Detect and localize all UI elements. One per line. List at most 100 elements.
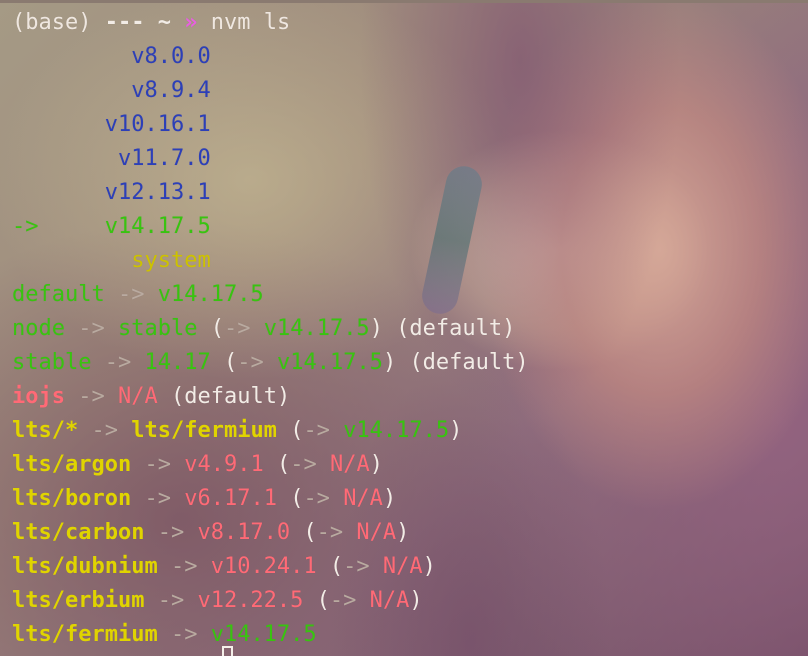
arrow: -> <box>343 554 370 579</box>
arrow: -> <box>303 486 330 511</box>
lts-name: lts/dubnium <box>12 554 158 579</box>
paren-close: ) <box>422 554 436 579</box>
arrow: -> <box>157 588 185 613</box>
resolved-version: v14.17.5 <box>276 350 383 375</box>
paren-open: ( <box>303 520 317 545</box>
arrow: -> <box>237 350 264 375</box>
resolved-version: N/A <box>356 520 397 545</box>
arrow: -> <box>316 520 344 545</box>
resolved-version: N/A <box>329 452 370 477</box>
lts-row: lts/dubnium -> v10.24.1 (-> N/A) <box>12 550 808 584</box>
current-version-row: -> v14.17.5 <box>12 210 808 244</box>
arrow: -> <box>170 554 198 579</box>
lts-target: v4.9.1 <box>184 452 264 477</box>
alias-row-stable: stable -> 14.17 (-> v14.17.5) (default) <box>12 346 808 380</box>
arrow: -> <box>157 520 185 545</box>
lts-name: lts/* <box>12 418 79 443</box>
paren-close: ) <box>449 418 463 443</box>
arrow: -> <box>170 622 198 647</box>
version-text: v12.13.1 <box>104 180 211 205</box>
lts-target: lts/fermium <box>131 418 277 443</box>
alias-row-node: node -> stable (-> v14.17.5) (default) <box>12 312 808 346</box>
lts-target: v8.17.0 <box>197 520 291 545</box>
lts-row: lts/carbon -> v8.17.0 (-> N/A) <box>12 516 808 550</box>
paren-close: ) <box>369 452 383 477</box>
alias-name: stable <box>12 350 92 375</box>
installed-version-row: v12.13.1 <box>12 176 808 210</box>
terminal-output[interactable]: (base) --- ~ » nvm ls v8.0.0 v8.9.4 v10.… <box>0 6 808 652</box>
alias-target: 14.17 <box>144 350 211 375</box>
paren-close: ) <box>382 486 397 511</box>
installed-version-row: v10.16.1 <box>12 108 808 142</box>
paren-close: ) <box>396 520 410 545</box>
paren-open: ( <box>290 418 304 443</box>
alias-target: v14.17.5 <box>157 282 264 307</box>
resolved-version: N/A <box>343 486 383 511</box>
version-text: v11.7.0 <box>117 146 211 171</box>
current-marker: -> <box>12 214 39 239</box>
prompt-directory: ~ <box>157 10 171 35</box>
conda-env-label: (base) <box>12 10 92 35</box>
paren-close: ) <box>409 588 423 613</box>
paren-open: ( <box>329 554 344 579</box>
version-text: v14.17.5 <box>104 214 211 239</box>
installed-version-row: v11.7.0 <box>12 142 808 176</box>
alias-target: N/A <box>117 384 158 409</box>
default-suffix: (default) <box>396 316 516 341</box>
paren-close: ) <box>382 350 397 375</box>
paren-close: ) <box>369 316 383 341</box>
default-suffix: (default) <box>170 384 291 409</box>
resolved-version: N/A <box>382 554 423 579</box>
lts-row: lts/argon -> v4.9.1 (-> N/A) <box>12 448 808 482</box>
lts-name: lts/fermium <box>12 622 158 647</box>
lts-target: v12.22.5 <box>197 588 304 613</box>
arrow: -> <box>303 418 330 443</box>
arrow: -> <box>290 452 317 477</box>
installed-version-row: v8.0.0 <box>12 40 808 74</box>
arrow: -> <box>78 316 105 341</box>
alias-name: iojs <box>12 384 65 409</box>
arrow: -> <box>91 418 118 443</box>
window-top-edge <box>0 0 808 3</box>
alias-name: default <box>12 282 105 307</box>
lts-name: lts/argon <box>12 452 132 477</box>
arrow: -> <box>223 316 251 341</box>
resolved-version: v14.17.5 <box>263 316 370 341</box>
version-text: v8.0.0 <box>131 44 211 69</box>
resolved-version: N/A <box>369 588 410 613</box>
paren-open: ( <box>276 452 291 477</box>
paren-open: ( <box>210 316 224 341</box>
lts-name: lts/carbon <box>12 520 145 545</box>
prompt-chevron-icon: » <box>184 10 198 35</box>
default-suffix: (default) <box>409 350 529 375</box>
arrow: -> <box>78 384 105 409</box>
lts-row: lts/* -> lts/fermium (-> v14.17.5) <box>12 414 808 448</box>
lts-target: v10.24.1 <box>210 554 317 579</box>
prompt-dashes: --- <box>104 10 145 35</box>
terminal-cursor <box>222 646 233 656</box>
version-text: system <box>131 248 211 273</box>
lts-row: lts/erbium -> v12.22.5 (-> N/A) <box>12 584 808 618</box>
arrow: -> <box>329 588 357 613</box>
prompt-line: (base) --- ~ » nvm ls <box>12 6 808 40</box>
lts-name: lts/erbium <box>12 588 145 613</box>
arrow: -> <box>117 282 145 307</box>
version-text: v10.16.1 <box>104 112 211 137</box>
alias-row-default: default -> v14.17.5 <box>12 278 808 312</box>
lts-row: lts/fermium -> v14.17.5 <box>12 618 808 652</box>
resolved-version: v14.17.5 <box>343 418 450 443</box>
paren-open: ( <box>223 350 238 375</box>
lts-row: lts/boron -> v6.17.1 (-> N/A) <box>12 482 808 516</box>
arrow: -> <box>144 452 171 477</box>
paren-open: ( <box>290 486 304 511</box>
arrow: -> <box>104 350 132 375</box>
alias-target: stable <box>117 316 198 341</box>
alias-row-iojs: iojs -> N/A (default) <box>12 380 808 414</box>
lts-target: v14.17.5 <box>210 622 317 647</box>
typed-command: nvm ls <box>210 10 291 35</box>
version-text: v8.9.4 <box>131 78 211 103</box>
paren-open: ( <box>316 588 330 613</box>
lts-target: v6.17.1 <box>184 486 277 511</box>
installed-version-row: v8.9.4 <box>12 74 808 108</box>
arrow: -> <box>144 486 171 511</box>
